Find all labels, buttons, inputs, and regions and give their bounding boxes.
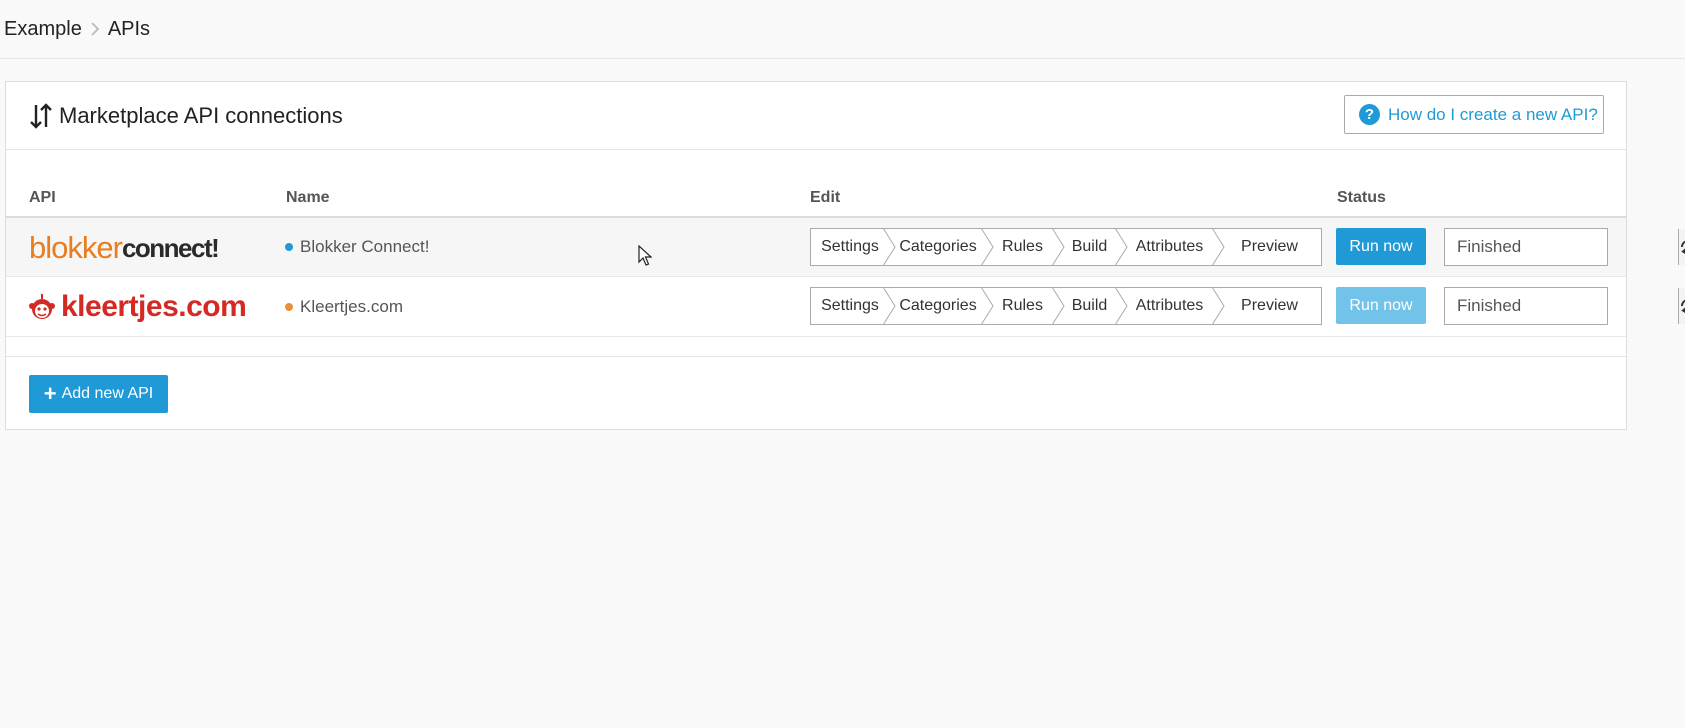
plus-icon: + [43, 381, 57, 406]
step-build[interactable]: Build [1058, 228, 1128, 266]
refresh-button[interactable] [1678, 229, 1685, 265]
sort-arrows-icon [30, 102, 52, 129]
refresh-icon [1680, 299, 1685, 313]
panel-header: Marketplace API connections ? How do I c… [6, 82, 1626, 150]
status-input[interactable] [1445, 229, 1678, 265]
blokker-connect-logo: blokker connect! [29, 230, 220, 265]
run-now-button[interactable]: Run now [1336, 228, 1426, 265]
table-header: API Name Edit Status [6, 185, 1626, 218]
status-input[interactable] [1445, 288, 1678, 324]
column-header-api: API [29, 189, 56, 206]
refresh-icon [1680, 240, 1685, 254]
edit-steps: Settings Categories Rules Build Attribut… [810, 228, 1322, 266]
step-categories[interactable]: Categories [889, 228, 994, 266]
page-title: Marketplace API connections [59, 102, 343, 128]
step-attributes[interactable]: Attributes [1121, 287, 1225, 325]
panel-footer: + Add new API [6, 356, 1626, 430]
breadcrumb-item-example[interactable]: Example [4, 18, 82, 41]
step-rules[interactable]: Rules [987, 287, 1065, 325]
table-row: kleertjes.com Kleertjes.com Settings Cat… [6, 277, 1685, 337]
step-preview[interactable]: Preview [1218, 229, 1321, 265]
status-dot [285, 243, 293, 251]
help-button-label: How do I create a new API? [1388, 104, 1598, 124]
chevron-right-icon [82, 19, 108, 39]
step-settings[interactable]: Settings [811, 228, 896, 266]
column-header-status: Status [1337, 189, 1386, 206]
run-now-button[interactable]: Run now [1336, 287, 1426, 324]
status-field [1444, 287, 1685, 325]
add-button-label: Add new API [61, 385, 154, 402]
monkey-mascot-icon [29, 294, 55, 319]
question-circle-icon: ? [1359, 104, 1380, 125]
column-header-edit: Edit [810, 189, 841, 206]
step-attributes[interactable]: Attributes [1121, 228, 1225, 266]
api-name: Blokker Connect! [285, 218, 429, 276]
api-connections-panel: Marketplace API connections ? How do I c… [5, 81, 1685, 430]
mouse-pointer-icon [638, 245, 652, 266]
column-header-name: Name [286, 189, 330, 206]
step-categories[interactable]: Categories [889, 287, 994, 325]
add-new-api-button[interactable]: + Add new API [29, 375, 168, 413]
kleertjes-logo: kleertjes.com [29, 289, 247, 325]
step-build[interactable]: Build [1058, 287, 1128, 325]
table-row: blokker connect! Blokker Connect! Setting… [6, 218, 1685, 277]
status-field [1444, 228, 1685, 266]
breadcrumb-item-apis: APIs [107, 17, 151, 40]
help-create-api-button[interactable]: ? How do I create a new API? [1344, 95, 1604, 134]
step-settings[interactable]: Settings [811, 287, 896, 325]
status-dot [285, 302, 293, 311]
breadcrumb: Example APIs [0, 0, 1685, 59]
step-preview[interactable]: Preview [1218, 288, 1321, 324]
api-name: Kleertjes.com [285, 277, 403, 336]
refresh-button[interactable] [1678, 288, 1685, 324]
step-rules[interactable]: Rules [987, 228, 1065, 266]
edit-steps: Settings Categories Rules Build Attribut… [810, 287, 1322, 325]
